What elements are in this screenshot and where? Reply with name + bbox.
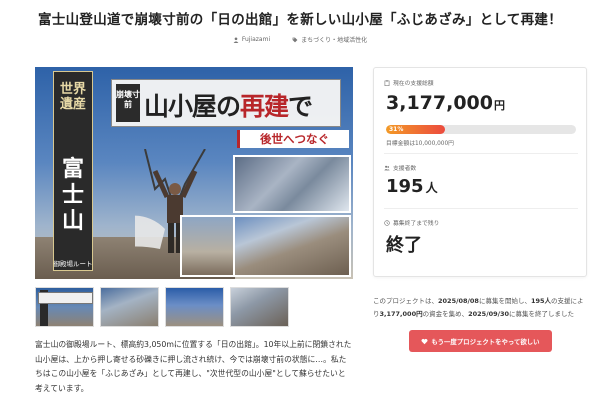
- vertical-banner: 世界遺産 富士山 御殿場ルート: [53, 71, 93, 271]
- project-summary: このプロジェクトは、2025/08/08に募集を開始し、195人の支援により3,…: [373, 295, 587, 321]
- tag-icon: [292, 37, 298, 42]
- collapsed-hut-photo-3: [180, 215, 235, 277]
- people-icon: [384, 165, 390, 170]
- remaining-value: 終了: [386, 235, 422, 256]
- category-link[interactable]: まちづくり・地域活性化: [292, 35, 367, 44]
- supporters-label: 支援者数: [393, 166, 417, 172]
- thumbnail-1[interactable]: [35, 287, 94, 327]
- hero-banner-main: 山小屋の再建で: [144, 87, 313, 123]
- thumbnail-title-mark: [38, 292, 93, 304]
- hero-banner-accent: 再建: [240, 92, 289, 121]
- thumbnail-3[interactable]: [165, 287, 224, 327]
- summary-supporters: 195人: [530, 297, 552, 305]
- hero-banner-sub: 崩壊寸前: [116, 84, 140, 122]
- supporters-count: 195: [386, 176, 424, 197]
- summary-end-date: 2025/09/30: [468, 310, 510, 318]
- remaining-label-row: 募集終了まで残り: [384, 218, 439, 227]
- owner-name: Fujiazami: [241, 36, 271, 43]
- hero-future-label: 後世へつなぐ: [237, 130, 349, 148]
- stats-divider-2: [384, 208, 578, 209]
- thumbnail-strip: [35, 287, 289, 327]
- goal-amount: 目標金額は10,000,000円: [386, 141, 454, 147]
- summary-mid3: の資金を集め、: [422, 310, 469, 318]
- project-title: 富士山登山道で崩壊寸前の「日の出館」を新しい山小屋「ふじあざみ」として再建！: [38, 12, 562, 28]
- owner-link[interactable]: Fujiazami: [233, 35, 270, 44]
- raised-unit: 円: [493, 99, 505, 112]
- funding-progress-bar: 31%: [386, 125, 576, 134]
- raised-amount: 3,177,000: [386, 92, 493, 114]
- remaining-label: 募集終了まで残り: [393, 221, 440, 227]
- funding-progress-percent: 31%: [389, 126, 404, 133]
- vertical-banner-bottom: 御殿場ルート: [53, 260, 93, 268]
- summary-start-date: 2025/08/08: [438, 297, 479, 305]
- clipboard-icon: [384, 79, 390, 86]
- hero-banner-main-b: で: [288, 92, 313, 121]
- vertical-banner-main: 富士山: [61, 156, 84, 234]
- hero-banner-main-a: 山小屋の: [144, 92, 241, 121]
- user-icon: [233, 36, 239, 43]
- raised-label: 現在の支援総額: [393, 81, 434, 87]
- stats-divider-1: [384, 153, 578, 154]
- request-again-button[interactable]: もう一度プロジェクトをやって欲しい: [409, 330, 552, 352]
- funding-stats-card: 現在の支援総額 3,177,000円 31% 目標金額は10,000,000円 …: [373, 67, 587, 277]
- hero-image[interactable]: 世界遺産 富士山 御殿場ルート 崩壊寸前 山小屋の再建で 後世へつなぐ: [35, 67, 353, 279]
- vertical-banner-top: 世界遺産: [60, 82, 87, 112]
- project-description: 富士山の御殿場ルート、標高約3,050mに位置する「日の出館」。10年以上前に閉…: [35, 340, 352, 393]
- summary-amount: 3,177,000円: [379, 310, 423, 318]
- supporters-label-row: 支援者数: [384, 163, 416, 172]
- supporters-unit: 人: [425, 181, 438, 195]
- heart-icon: [421, 338, 428, 344]
- collapsed-hut-photo-1: [233, 155, 351, 213]
- raised-amount-row: 3,177,000円: [386, 92, 505, 114]
- clock-icon: [384, 219, 390, 226]
- category-name: まちづくり・地域活性化: [301, 37, 368, 44]
- summary-mid1: に募集を開始し、: [478, 297, 531, 305]
- request-again-label: もう一度プロジェクトをやって欲しい: [431, 337, 540, 346]
- project-meta: Fujiazami まちづくり・地域活性化: [0, 35, 600, 44]
- summary-suffix: に募集を終了しました: [509, 310, 575, 318]
- raised-label-row: 現在の支援総額: [384, 78, 434, 87]
- collapsed-hut-photo-2: [233, 215, 351, 277]
- thumbnail-4[interactable]: [230, 287, 289, 327]
- supporters-count-row: 195 人: [386, 176, 438, 197]
- summary-prefix: このプロジェクトは、: [373, 297, 438, 305]
- thumbnail-2[interactable]: [100, 287, 159, 327]
- hero-title-banner: 崩壊寸前 山小屋の再建で: [111, 79, 341, 127]
